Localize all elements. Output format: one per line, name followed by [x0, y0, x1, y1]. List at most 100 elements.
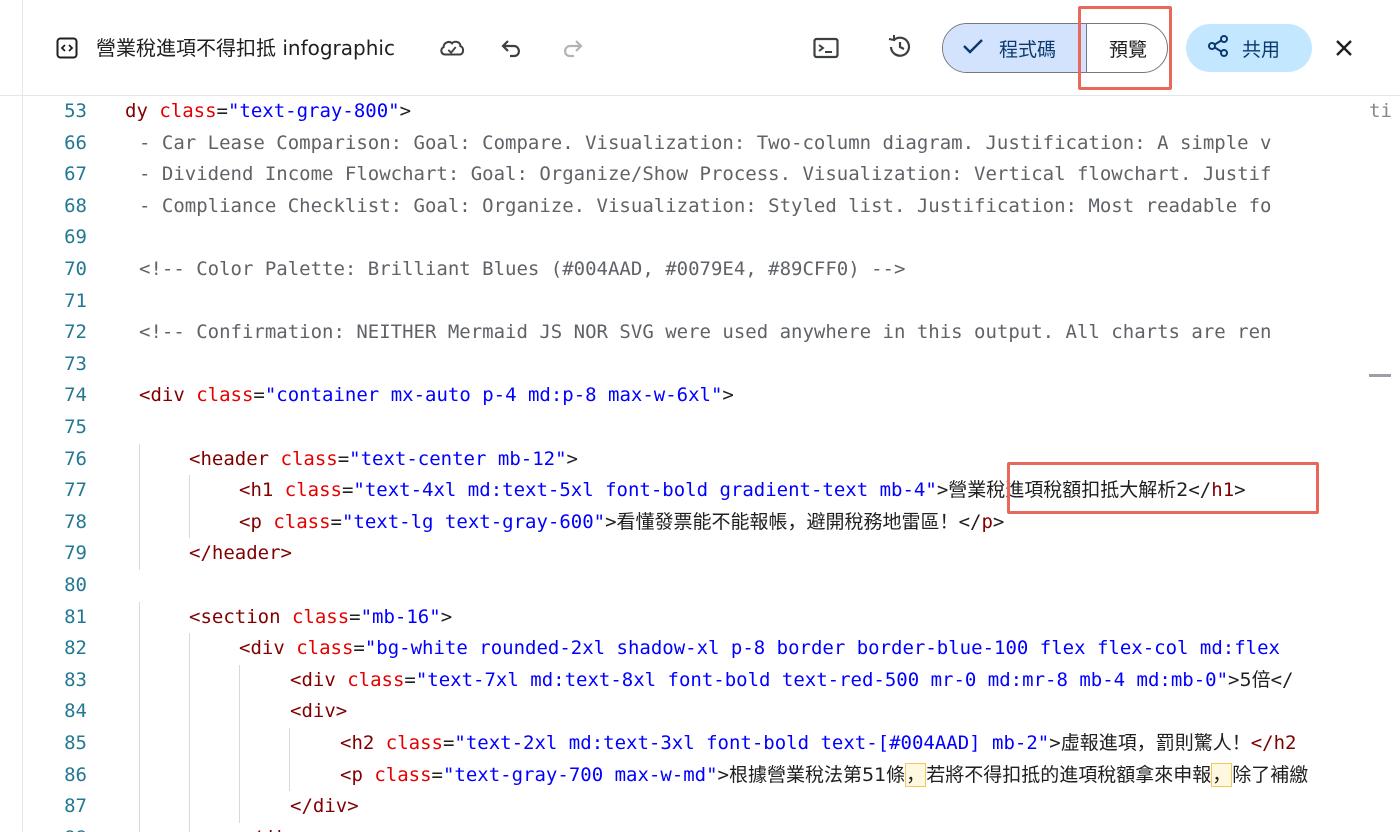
code-line[interactable]: 75 — [23, 412, 1400, 444]
history-icon[interactable] — [886, 33, 914, 61]
code-token: "container mx-auto p-4 md:p-8 max-w-6xl" — [264, 384, 723, 407]
code-line[interactable]: 87 </div> — [23, 791, 1400, 823]
code-line[interactable]: 66 - Car Lease Comparison: Goal: Compare.… — [23, 128, 1400, 160]
line-number: 71 — [64, 289, 87, 312]
code-line[interactable]: 53 dy class="text-gray-800"> — [23, 96, 1400, 128]
code-line[interactable]: 77 <h1 class="text-4xl md:text-5xl font-b… — [23, 475, 1400, 507]
code-token: <p — [239, 510, 274, 533]
code-token: <h1 — [239, 479, 285, 502]
line-number: 67 — [64, 163, 87, 186]
code-line[interactable]: 84 <div> — [23, 696, 1400, 728]
line-number: 88 — [23, 823, 87, 832]
preview-button[interactable]: 預覽 — [1087, 24, 1167, 72]
cloud-sync-icon[interactable] — [438, 34, 466, 62]
code-view-button[interactable]: 程式碼 — [943, 24, 1087, 72]
terminal-icon[interactable] — [812, 34, 840, 62]
code-line[interactable]: 69 — [23, 222, 1400, 254]
code-token: - Dividend Income Flowchart: Goal: Organ… — [139, 163, 1272, 186]
code-token: </div> — [239, 827, 308, 832]
line-number: 86 — [64, 763, 87, 786]
code-token: </h2 — [1250, 732, 1297, 754]
line-code: <p class="text-gray-700 max-w-md">根據營業稅法… — [340, 760, 1308, 792]
view-toggle: 程式碼 預覽 — [942, 23, 1168, 73]
line-number: 74 — [64, 384, 87, 407]
line-number: 82 — [64, 637, 87, 660]
code-token: class — [284, 479, 342, 502]
line-code: <!-- Confirmation: NEITHER Mermaid JS NO… — [139, 317, 1271, 349]
line-code: - Car Lease Comparison: Goal: Compare. V… — [139, 128, 1271, 160]
code-token: ， — [1211, 762, 1233, 787]
code-line[interactable]: 67 - Dividend Income Flowchart: Goal: Org… — [23, 159, 1400, 191]
indent-guide — [289, 728, 290, 760]
code-line[interactable]: 80 — [23, 570, 1400, 602]
line-code: <p class="text-lg text-gray-600">看懂發票能不能… — [239, 507, 1004, 539]
code-line[interactable]: 68 - Compliance Checklist: Goal: Organize… — [23, 191, 1400, 223]
code-line[interactable]: 71 — [23, 286, 1400, 318]
share-label: 共用 — [1242, 38, 1281, 61]
line-code: <div> — [290, 696, 347, 728]
indent-guide — [239, 791, 240, 823]
share-button[interactable]: 共用 — [1186, 24, 1312, 72]
code-token: > — [936, 479, 949, 502]
code-line[interactable]: 78 <p class="text-lg text-gray-600">看懂發票能… — [23, 507, 1400, 539]
line-code: </header> — [189, 538, 292, 570]
code-token: <!-- Color Palette: Brilliant Blues (#00… — [139, 258, 906, 280]
indent-guide — [189, 791, 190, 823]
indent-guide — [139, 759, 140, 792]
code-line[interactable]: 76 <header class="text-center mb-12"> — [23, 444, 1400, 476]
code-line[interactable]: 88 </div> — [23, 823, 1400, 832]
code-token: dy — [125, 100, 160, 122]
line-code: - Dividend Income Flowchart: Goal: Organ… — [139, 159, 1271, 191]
code-token: class — [385, 732, 443, 754]
line-number: 84 — [64, 700, 87, 723]
code-line[interactable]: 85 <h2 class="text-2xl md:text-3xl font-b… — [23, 728, 1400, 760]
code-token: h1 — [1211, 479, 1235, 502]
undo-icon[interactable] — [498, 34, 526, 62]
indent-guide — [139, 822, 140, 832]
code-line[interactable]: 81 <section class="mb-16"> — [23, 602, 1400, 634]
line-code: <div class="text-7xl md:text-8xl font-bo… — [290, 665, 1293, 697]
code-token: </ — [1270, 668, 1294, 691]
code-token: "text-gray-700 max-w-md" — [442, 763, 718, 786]
code-line[interactable]: 83 <div class="text-7xl md:text-8xl font-… — [23, 665, 1400, 697]
code-token: class — [196, 384, 254, 407]
code-line[interactable]: 79 </header> — [23, 538, 1400, 570]
code-token: "text-gray-800" — [227, 100, 400, 122]
close-icon[interactable] — [1330, 34, 1358, 62]
code-line[interactable]: 72 <!-- Confirmation: NEITHER Mermaid JS … — [23, 317, 1400, 349]
indent-guide — [139, 601, 140, 634]
scrollbar-marker[interactable] — [1369, 374, 1391, 377]
indent-guide — [239, 759, 240, 792]
code-token: <h2 — [340, 732, 386, 754]
indent-guide — [139, 538, 140, 570]
code-line[interactable]: 70 <!-- Color Palette: Brilliant Blues (#… — [23, 254, 1400, 286]
line-number: 66 — [64, 131, 87, 154]
code-token: "text-lg text-gray-600" — [341, 510, 606, 533]
code-token: 根據營業稅法第51條 — [728, 763, 906, 786]
code-token: 營業稅進項稅額扣抵大解析2 — [948, 479, 1189, 502]
code-token: <div — [139, 384, 197, 407]
code-editor[interactable]: 53 dy class="text-gray-800"> 66 - Car Lease… — [22, 96, 1400, 832]
code-line[interactable]: 82 <div class="bg-white rounded-2xl shado… — [23, 633, 1400, 665]
code-line[interactable]: 73 — [23, 349, 1400, 381]
indent-guide — [189, 822, 190, 832]
code-token: > — [399, 100, 412, 122]
code-line[interactable]: 86 <p class="text-gray-700 max-w-md">根據營業… — [23, 760, 1400, 792]
code-line[interactable]: 74 <div class="container mx-auto p-4 md:p… — [23, 380, 1400, 412]
indent-guide — [139, 475, 140, 507]
code-token: > — [566, 447, 578, 470]
indent-guide — [239, 664, 240, 697]
document-title[interactable]: 營業稅進項不得扣抵 infographic — [96, 34, 395, 62]
code-token: </ — [1188, 479, 1212, 502]
indent-guide — [189, 475, 190, 507]
indent-guide — [189, 759, 190, 792]
code-token: = — [431, 763, 443, 786]
code-token: > — [1234, 479, 1246, 502]
code-token: <header — [189, 447, 281, 470]
code-token: = — [253, 384, 265, 407]
line-number: 79 — [64, 542, 87, 565]
redo-icon[interactable] — [558, 34, 586, 62]
line-code: <h2 class="text-2xl md:text-3xl font-bol… — [340, 728, 1296, 760]
code-token: > — [1049, 732, 1061, 754]
code-doc-icon — [56, 37, 78, 59]
